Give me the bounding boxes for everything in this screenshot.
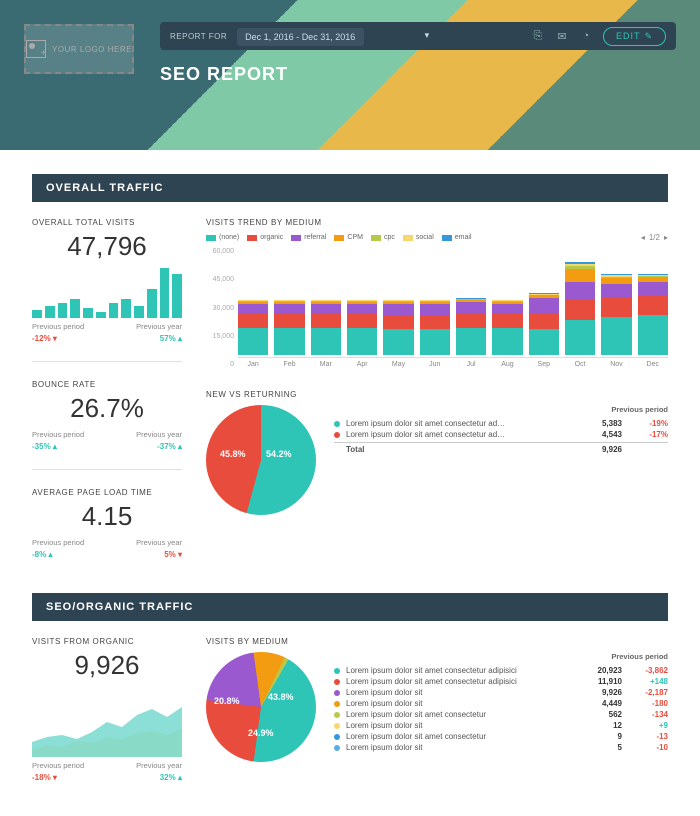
table-header-prev: Previous period: [334, 405, 668, 414]
pie2-slice-a: 43.8%: [268, 692, 294, 702]
pie2-slice-c: 20.8%: [214, 696, 240, 706]
organic-prev-year: 32% ▴: [160, 773, 182, 782]
load-prev-year: 5% ▾: [164, 550, 182, 559]
new-returning-title: NEW VS RETURNING: [206, 390, 668, 399]
pie-slice-a-label: 54.2%: [266, 449, 292, 459]
legend-item[interactable]: social: [403, 234, 434, 241]
table-row: Lorem ipsum dolor sit12+9: [334, 720, 668, 731]
section-seo-traffic: SEO/ORGANIC TRAFFIC: [32, 593, 668, 621]
visits-medium-title: VISITS BY MEDIUM: [206, 637, 668, 646]
bounce-label: BOUNCE RATE: [32, 380, 182, 389]
total-visits-sparkbar: [32, 268, 182, 318]
organic-area-chart: [32, 687, 182, 757]
legend-item[interactable]: cpc: [371, 234, 395, 241]
visits-trend-title: VISITS TREND BY MEDIUM: [206, 218, 668, 227]
email-icon[interactable]: ✉: [555, 29, 569, 43]
total-visits-prev-year: 57% ▴: [160, 334, 182, 343]
report-title: SEO REPORT: [160, 64, 288, 85]
bounce-prev-year: -37% ▴: [157, 442, 182, 451]
report-for-label: REPORT FOR: [170, 32, 227, 41]
table-total-row: Total 9,926: [334, 442, 668, 455]
table-row: Lorem ipsum dolor sit5-10: [334, 742, 668, 753]
visits-trend-chart: [238, 248, 668, 358]
section-overall-traffic: OVERALL TRAFFIC: [32, 174, 668, 202]
legend-item[interactable]: referral: [291, 234, 326, 241]
edit-button[interactable]: EDIT✎: [603, 27, 666, 46]
table-row: Lorem ipsum dolor sit amet consectetur a…: [334, 429, 668, 440]
total-visits-prev-period: -12% ▾: [32, 334, 57, 343]
chart-pager[interactable]: ◂1/2▸: [641, 233, 668, 242]
table-row: Lorem ipsum dolor sit amet consectetur a…: [334, 676, 668, 687]
pie-slice-b-label: 45.8%: [220, 449, 246, 459]
hero-banner: YOUR LOGO HERE REPORT FOR Dec 1, 2016 - …: [0, 0, 700, 150]
topbar: REPORT FOR Dec 1, 2016 - Dec 31, 2016 ⎘ …: [160, 22, 676, 50]
table-row: Lorem ipsum dolor sit amet consectetur9-…: [334, 731, 668, 742]
table-row: Lorem ipsum dolor sit4,449-180: [334, 698, 668, 709]
bounce-value: 26.7%: [32, 393, 182, 424]
visits-trend-legend: (none) organic referral CPM cpc social email ◂1…: [206, 233, 668, 242]
visits-medium-table: Previous period Lorem ipsum dolor sit am…: [334, 652, 668, 753]
legend-item[interactable]: email: [442, 234, 472, 241]
new-returning-pie: 54.2% 45.8%: [206, 405, 316, 515]
prev-year-label: Previous year: [136, 322, 182, 331]
date-range-select[interactable]: Dec 1, 2016 - Dec 31, 2016: [237, 28, 364, 46]
logo-placeholder[interactable]: YOUR LOGO HERE: [24, 24, 134, 74]
legend-item[interactable]: organic: [247, 234, 283, 241]
image-icon: [26, 40, 46, 58]
new-returning-table: Previous period Lorem ipsum dolor sit am…: [334, 405, 668, 455]
pencil-icon: ✎: [644, 31, 653, 42]
x-axis-labels: JanFebMarAprMayJunJulAugSepOctNovDec: [238, 361, 668, 368]
pager-next-icon[interactable]: ▸: [664, 233, 668, 242]
table-row: Lorem ipsum dolor sit amet consectetur56…: [334, 709, 668, 720]
table-header-prev2: Previous period: [334, 652, 668, 661]
legend-item[interactable]: CPM: [334, 234, 363, 241]
y-axis-labels: 60,00045,00030,00015,0000: [206, 248, 234, 368]
logo-text: YOUR LOGO HERE: [52, 45, 132, 54]
prev-period-label: Previous period: [32, 322, 84, 331]
load-value: 4.15: [32, 501, 182, 532]
export-pdf-icon[interactable]: ⎘: [531, 29, 545, 43]
total-visits-value: 47,796: [32, 231, 182, 262]
table-row: Lorem ipsum dolor sit amet consectetur a…: [334, 665, 668, 676]
organic-visits-value: 9,926: [32, 650, 182, 681]
load-prev-period: -8% ▴: [32, 550, 52, 559]
organic-prev-period: -18% ▾: [32, 773, 57, 782]
table-row: Lorem ipsum dolor sit9,926-2,187: [334, 687, 668, 698]
load-label: AVERAGE PAGE LOAD TIME: [32, 488, 182, 497]
visits-medium-pie: 43.8% 24.9% 20.8%: [206, 652, 316, 762]
table-row: Lorem ipsum dolor sit amet consectetur a…: [334, 418, 668, 429]
schedule-icon[interactable]: ◔: [579, 29, 593, 43]
pager-prev-icon[interactable]: ◂: [641, 233, 645, 242]
total-visits-label: OVERALL TOTAL VISITS: [32, 218, 182, 227]
bounce-prev-period: -35% ▴: [32, 442, 57, 451]
legend-item[interactable]: (none): [206, 234, 239, 241]
organic-visits-label: VISITS FROM ORGANIC: [32, 637, 182, 646]
pie2-slice-b: 24.9%: [248, 728, 274, 738]
